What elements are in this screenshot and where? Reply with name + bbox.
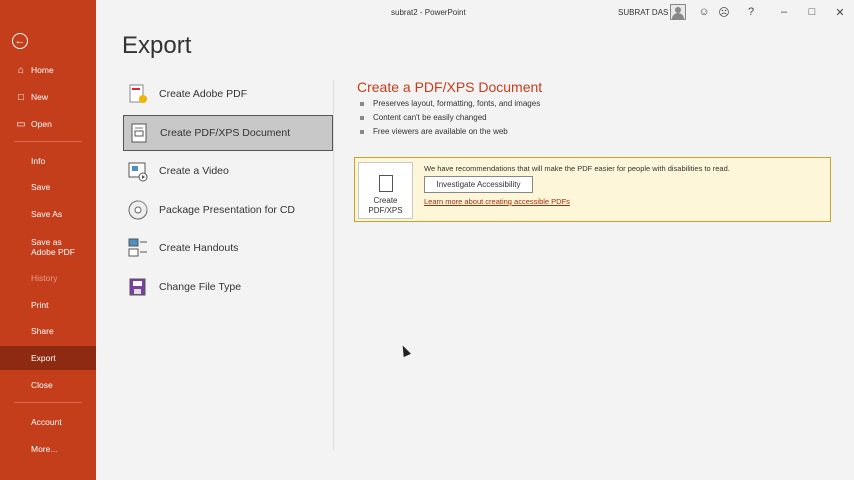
video-icon: [127, 160, 149, 182]
bullet-text: Preserves layout, formatting, fonts, and…: [373, 99, 541, 108]
option-create-video[interactable]: Create a Video: [123, 153, 333, 189]
sidebar-item-label: Save as Adobe PDF: [31, 237, 75, 257]
sidebar-divider: [14, 141, 82, 142]
smile-icon[interactable]: ☺: [696, 4, 712, 20]
option-create-handouts[interactable]: Create Handouts: [123, 230, 333, 266]
create-button-line2: PDF/XPS: [368, 206, 403, 215]
detail-title: Create a PDF/XPS Document: [357, 79, 543, 95]
sidebar-item-label: Print: [31, 300, 49, 310]
bullet-item: Free viewers are available on the web: [360, 127, 508, 136]
mouse-cursor-icon: [399, 343, 411, 358]
back-arrow-icon[interactable]: ←: [12, 33, 28, 49]
sidebar-divider: [14, 402, 82, 403]
bullet-text: Free viewers are available on the web: [373, 127, 508, 136]
option-create-pdf-xps[interactable]: Create PDF/XPS Document: [123, 115, 333, 151]
sidebar-item-label: Info: [31, 156, 46, 166]
bullet-item: Content can't be easily changed: [360, 113, 487, 122]
window-title: subrat2 - PowerPoint: [391, 8, 466, 17]
sidebar-item-open[interactable]: ▭ Open: [0, 112, 96, 136]
sidebar-item-label: Share: [31, 326, 54, 336]
user-name[interactable]: SUBRAT DAS: [618, 8, 668, 17]
page-title: Export: [122, 32, 192, 59]
adobe-pdf-icon: [127, 83, 149, 105]
investigate-accessibility-button[interactable]: Investigate Accessibility: [424, 176, 533, 193]
option-package-cd[interactable]: Package Presentation for CD: [123, 192, 333, 228]
sidebar-item-history: History: [0, 266, 96, 290]
sidebar-item-print[interactable]: Print: [0, 293, 96, 317]
recommendation-text: We have recommendations that will make t…: [424, 164, 730, 173]
backstage-sidebar: ← ⌂ Home □ New ▭ Open Info Save Save As …: [0, 0, 96, 480]
title-bar: subrat2 - PowerPoint SUBRAT DAS ☺ ☹ ? – …: [96, 0, 854, 26]
sidebar-item-account[interactable]: Account: [0, 410, 96, 434]
learn-more-link[interactable]: Learn more about creating accessible PDF…: [424, 197, 570, 206]
sidebar-item-info[interactable]: Info: [0, 149, 96, 173]
document-icon: [378, 175, 393, 192]
maximize-icon[interactable]: □: [804, 4, 820, 20]
frown-icon[interactable]: ☹: [716, 4, 732, 20]
close-window-icon[interactable]: ✕: [832, 4, 848, 20]
sidebar-item-label: Save As: [31, 209, 63, 219]
sidebar-item-export[interactable]: Export: [0, 346, 96, 370]
sidebar-item-label: Save: [31, 182, 51, 192]
bullet-text: Content can't be easily changed: [373, 113, 487, 122]
folder-icon: ▭: [16, 118, 26, 130]
option-label: Create Adobe PDF: [159, 88, 248, 100]
minimize-icon[interactable]: –: [776, 4, 792, 20]
help-icon[interactable]: ?: [743, 4, 759, 20]
option-label: Change File Type: [159, 281, 242, 293]
option-label: Create a Video: [159, 165, 229, 177]
sidebar-item-save-as[interactable]: Save As: [0, 202, 96, 226]
sidebar-item-close[interactable]: Close: [0, 373, 96, 397]
pdf-xps-icon: [128, 122, 150, 144]
option-label: Create PDF/XPS Document: [160, 127, 291, 139]
create-button-line1: Create: [373, 196, 398, 205]
bullet-item: Preserves layout, formatting, fonts, and…: [360, 99, 540, 108]
panel-divider: [333, 80, 334, 450]
sidebar-item-label: History: [31, 273, 58, 283]
sidebar-item-home[interactable]: ⌂ Home: [0, 58, 96, 82]
sidebar-item-label: Home: [31, 65, 54, 75]
sidebar-item-save-as-adobe-pdf[interactable]: Save as Adobe PDF: [0, 232, 96, 262]
sidebar-item-share[interactable]: Share: [0, 319, 96, 343]
create-pdf-xps-button[interactable]: Create PDF/XPS: [358, 162, 413, 219]
sidebar-item-new[interactable]: □ New: [0, 85, 96, 109]
sidebar-item-label: Close: [31, 380, 53, 390]
option-label: Package Presentation for CD: [159, 204, 295, 216]
home-icon: ⌂: [17, 64, 25, 76]
sidebar-item-label: New: [31, 92, 49, 102]
sidebar-item-label: More...: [31, 444, 58, 454]
option-change-file-type[interactable]: Change File Type: [123, 269, 333, 305]
sidebar-item-label: Open: [31, 119, 52, 129]
handouts-icon: [127, 237, 149, 259]
accessibility-recommendation: Create PDF/XPS We have recommendations t…: [354, 157, 831, 222]
sidebar-item-more[interactable]: More...: [0, 437, 96, 461]
avatar[interactable]: [670, 4, 686, 20]
sidebar-item-label: Account: [31, 417, 62, 427]
help-label: ?: [747, 6, 755, 18]
option-label: Create Handouts: [159, 242, 239, 254]
change-file-type-icon: [127, 276, 149, 298]
option-create-adobe-pdf[interactable]: Create Adobe PDF: [123, 76, 333, 112]
sidebar-item-save[interactable]: Save: [0, 175, 96, 199]
new-doc-icon: □: [17, 91, 25, 103]
cd-icon: [127, 199, 149, 221]
sidebar-item-label: Export: [31, 353, 56, 363]
